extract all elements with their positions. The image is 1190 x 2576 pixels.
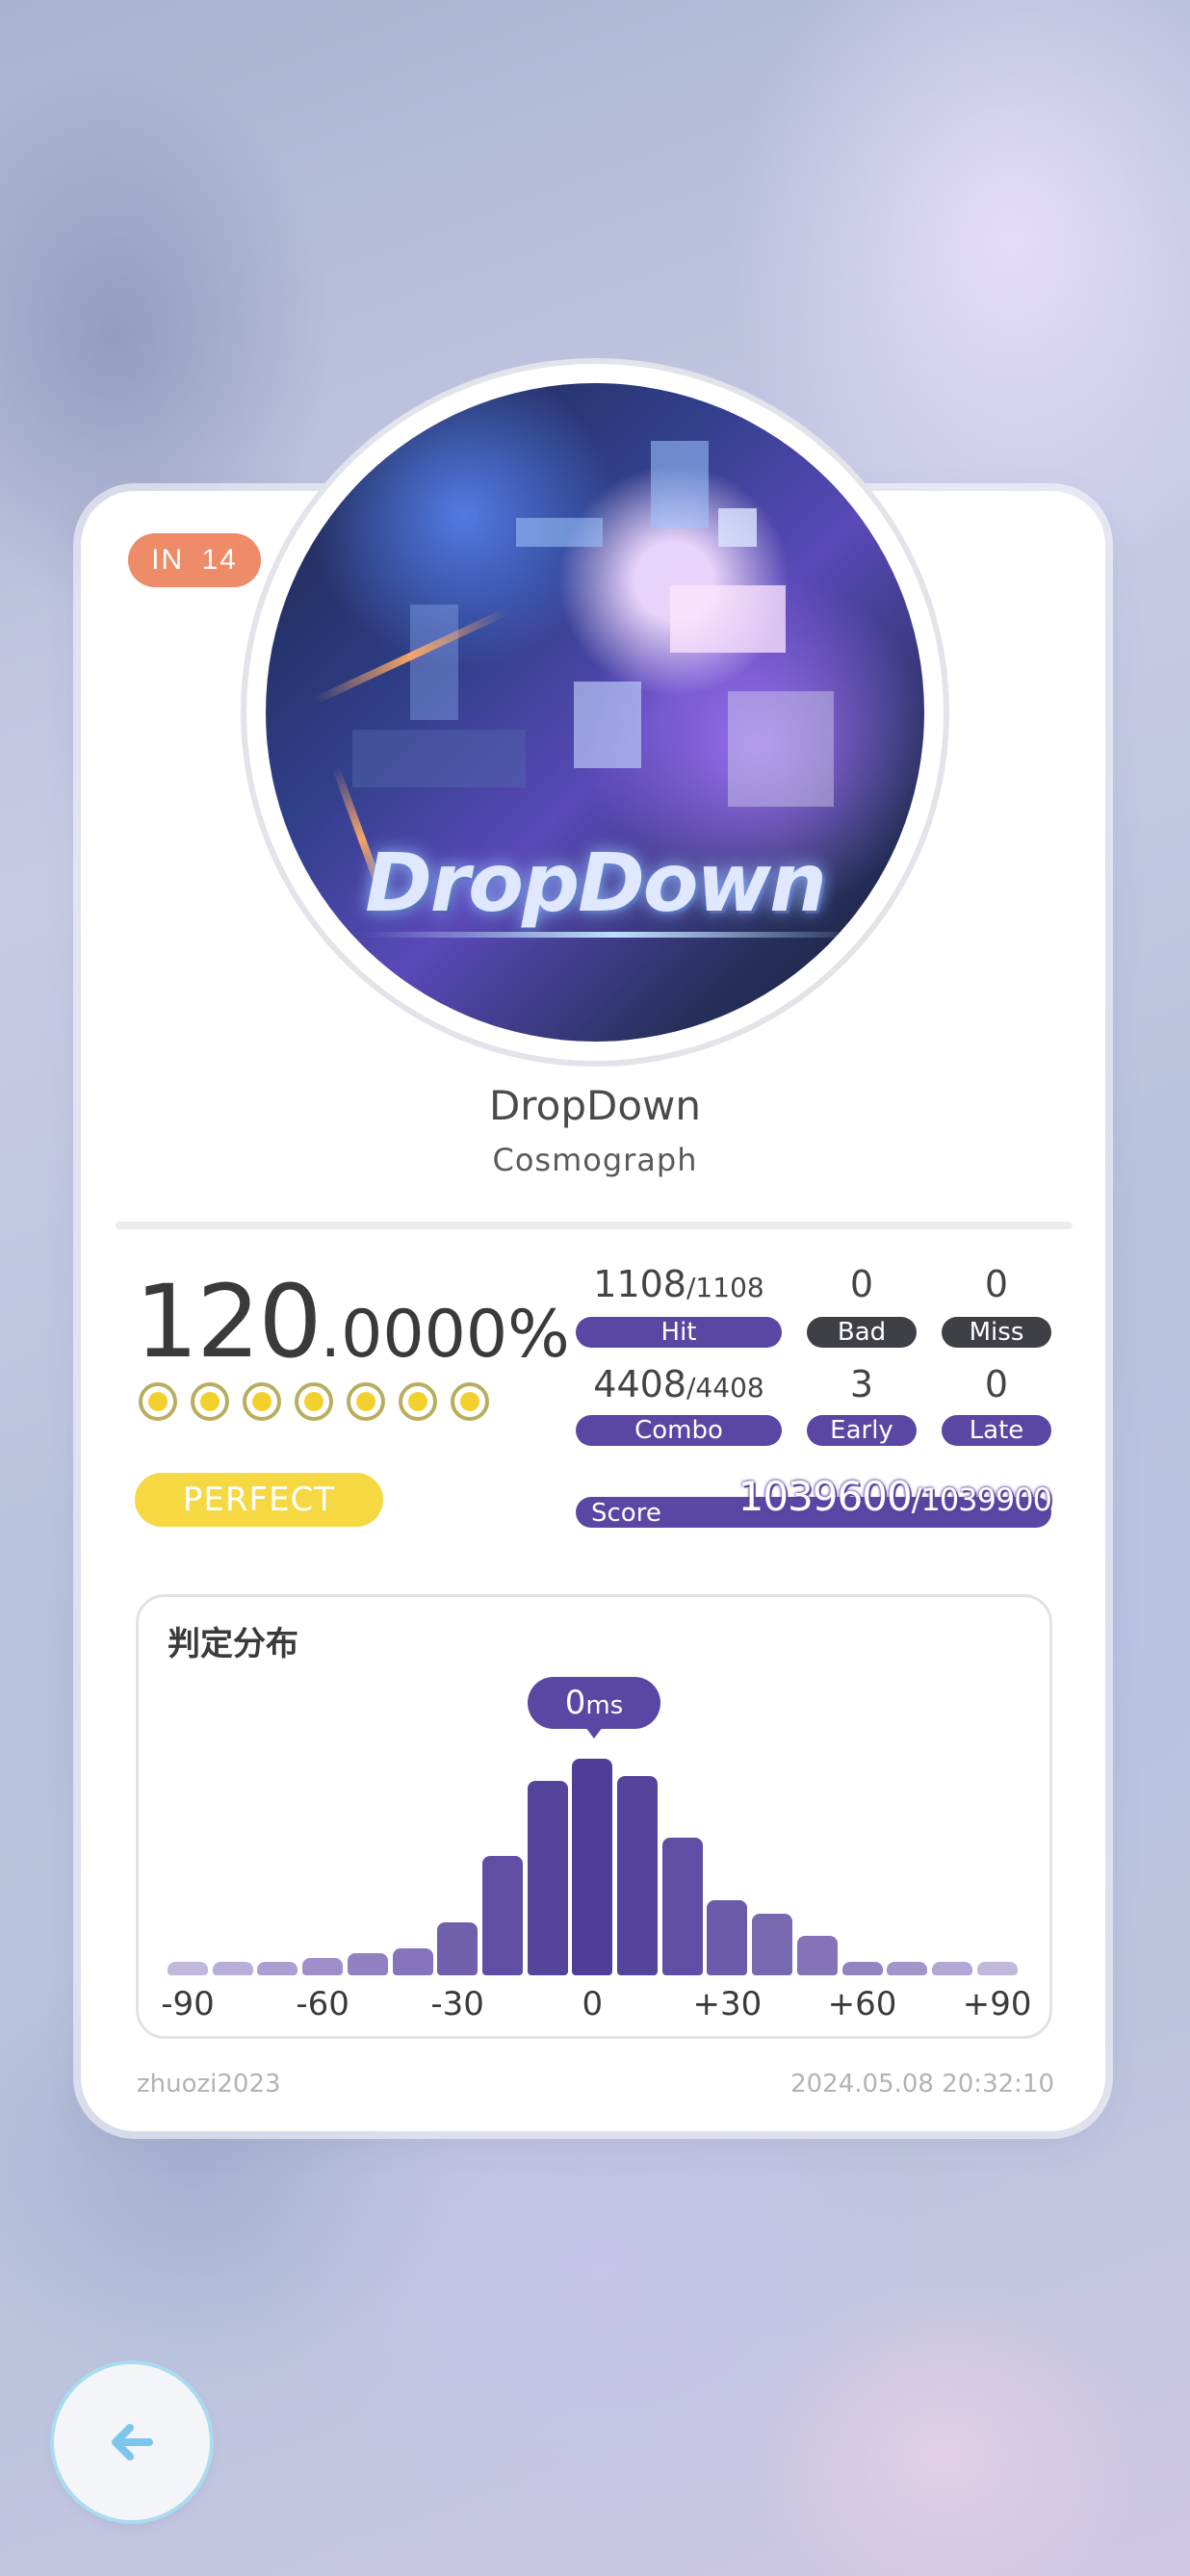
x-tick-label: 0 bbox=[582, 1985, 604, 2023]
accuracy-decimal: .0000% bbox=[320, 1297, 570, 1373]
hit-value: 1108 bbox=[593, 1263, 686, 1305]
distribution-bar bbox=[347, 1953, 388, 1975]
perfect-dot bbox=[451, 1382, 489, 1421]
late-label: Late bbox=[942, 1415, 1051, 1446]
distribution-bar bbox=[527, 1780, 568, 1975]
bad-value: 0 bbox=[849, 1263, 874, 1305]
tooltip-value: 0 bbox=[564, 1684, 586, 1722]
early-count: 3 bbox=[807, 1363, 917, 1405]
cover-glow bbox=[362, 932, 867, 938]
distribution-bar bbox=[887, 1962, 928, 1975]
x-tick-label: +60 bbox=[827, 1985, 897, 2023]
distribution-bar bbox=[168, 1962, 208, 1975]
miss-count: 0 bbox=[942, 1263, 1051, 1305]
difficulty-value: 14 bbox=[201, 544, 238, 576]
username: zhuozi2023 bbox=[137, 2070, 281, 2099]
accuracy-value: 120.0000% bbox=[135, 1263, 570, 1380]
score-value: 1039600/1039900 bbox=[737, 1473, 1052, 1520]
late-count: 0 bbox=[942, 1363, 1051, 1405]
distribution-bar bbox=[572, 1758, 613, 1975]
distribution-bar bbox=[661, 1838, 703, 1975]
score-max: /1039900 bbox=[911, 1481, 1052, 1518]
difficulty-badge: IN 14 bbox=[128, 533, 261, 587]
perfect-indicator-row bbox=[139, 1382, 489, 1421]
play-timestamp: 2024.05.08 20:32:10 bbox=[790, 2070, 1054, 2099]
late-value: 0 bbox=[984, 1363, 1009, 1405]
difficulty-level: IN bbox=[151, 544, 185, 576]
x-tick-label: -30 bbox=[430, 1985, 484, 2023]
hit-label: Hit bbox=[576, 1317, 782, 1348]
tooltip-unit: ms bbox=[585, 1691, 624, 1720]
divider bbox=[116, 1222, 1073, 1229]
arrow-left-icon bbox=[112, 2424, 153, 2460]
combo-label: Combo bbox=[576, 1415, 782, 1446]
distribution-bar bbox=[302, 1957, 344, 1975]
bad-count: 0 bbox=[807, 1263, 917, 1305]
score-label: Score bbox=[591, 1499, 661, 1528]
rank-badge: PERFECT bbox=[135, 1473, 383, 1527]
distribution-title: 判定分布 bbox=[168, 1625, 298, 1663]
score-current: 1039600 bbox=[737, 1473, 913, 1520]
back-button[interactable] bbox=[54, 2364, 210, 2520]
miss-label: Miss bbox=[942, 1317, 1051, 1348]
song-title: DropDown bbox=[488, 1082, 702, 1129]
song-artist: Cosmograph bbox=[492, 1142, 698, 1178]
hit-count: 1108/1108 bbox=[576, 1263, 782, 1309]
distribution-bar bbox=[796, 1935, 838, 1975]
cover-art-title: DropDown bbox=[365, 836, 827, 930]
perfect-dot bbox=[399, 1382, 437, 1421]
x-tick-label: +30 bbox=[692, 1985, 763, 2023]
distribution-bar bbox=[437, 1921, 479, 1975]
distribution-bar bbox=[841, 1962, 883, 1975]
perfect-dot bbox=[347, 1382, 385, 1421]
x-tick-label: -60 bbox=[296, 1985, 349, 2023]
distribution-bar bbox=[392, 1948, 433, 1975]
distribution-bar bbox=[707, 1899, 748, 1975]
distribution-bar bbox=[752, 1913, 793, 1975]
accuracy-integer: 120 bbox=[135, 1263, 323, 1380]
x-tick-label: +90 bbox=[962, 1985, 1032, 2023]
x-tick-label: -90 bbox=[161, 1985, 215, 2023]
perfect-dot bbox=[295, 1382, 333, 1421]
distribution-bar bbox=[976, 1962, 1018, 1975]
cover-art: DropDown bbox=[266, 383, 924, 1042]
distribution-bar bbox=[481, 1855, 523, 1975]
early-value: 3 bbox=[849, 1363, 874, 1405]
tooltip-arrow bbox=[585, 1727, 603, 1739]
miss-value: 0 bbox=[984, 1263, 1009, 1305]
bad-label: Bad bbox=[807, 1317, 917, 1348]
perfect-dot bbox=[243, 1382, 281, 1421]
distribution-bar bbox=[931, 1962, 972, 1975]
distribution-bar bbox=[617, 1776, 658, 1975]
combo-value: 4408 bbox=[593, 1363, 686, 1405]
distribution-bar bbox=[212, 1962, 253, 1975]
perfect-dot bbox=[139, 1382, 177, 1421]
combo-total: /4408 bbox=[686, 1372, 764, 1404]
hit-total: /1108 bbox=[686, 1272, 764, 1303]
combo-count: 4408/4408 bbox=[576, 1363, 782, 1409]
distribution-bar bbox=[257, 1962, 298, 1975]
perfect-dot bbox=[191, 1382, 229, 1421]
early-label: Early bbox=[807, 1415, 917, 1446]
timing-tooltip: 0ms bbox=[528, 1677, 660, 1729]
